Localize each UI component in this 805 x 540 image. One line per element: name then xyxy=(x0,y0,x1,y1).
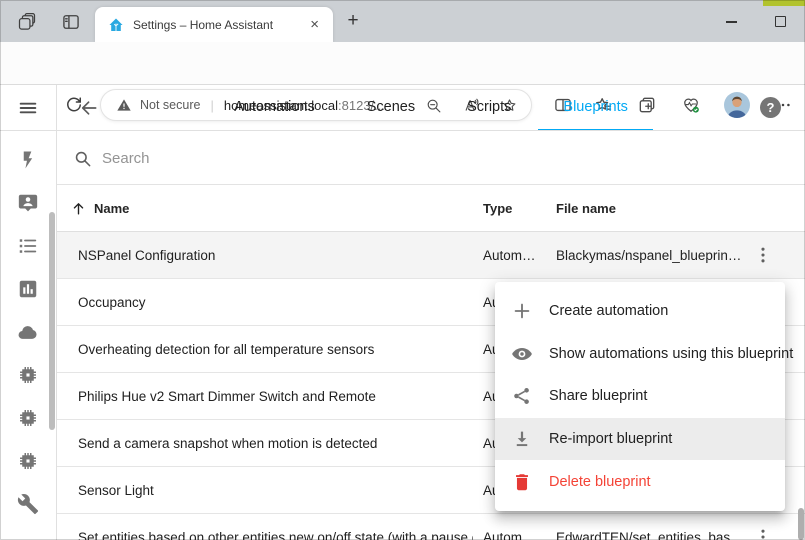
menu-item-create-automation[interactable]: Create automation xyxy=(495,290,785,333)
row-overflow-menu-icon[interactable] xyxy=(752,526,774,540)
tab-title: Settings – Home Assistant xyxy=(133,18,306,32)
row-type: Autom… xyxy=(483,514,536,540)
tab-automations[interactable]: Automations xyxy=(209,85,340,131)
tab-scenes[interactable]: Scenes xyxy=(342,85,440,131)
active-browser-tab[interactable]: Settings – Home Assistant × xyxy=(95,7,333,42)
window-minimize-icon[interactable] xyxy=(726,21,737,23)
sidebar-voice-assist-icon[interactable] xyxy=(17,192,39,214)
table-row[interactable]: Set entities based on other entities new… xyxy=(57,514,805,540)
share-icon xyxy=(511,385,533,407)
sidebar-integration-icon[interactable] xyxy=(17,364,39,386)
search-icon xyxy=(73,149,92,168)
browser-tab-strip: Settings – Home Assistant × + xyxy=(0,0,805,42)
sidebar-energy-icon[interactable] xyxy=(17,149,39,171)
row-name: Overheating detection for all temperatur… xyxy=(78,326,374,373)
menu-item-reimport-blueprint[interactable]: Re-import blueprint xyxy=(495,418,785,461)
row-file: Blackymas/nspanel_blueprin… xyxy=(556,232,741,279)
sidebar-developer-tools-icon[interactable] xyxy=(17,493,39,515)
tab-blueprints[interactable]: Blueprints xyxy=(538,85,652,131)
search-input[interactable] xyxy=(102,145,662,171)
ha-nav-tabs: Automations Scenes Scripts Blueprints xyxy=(57,85,805,131)
page-scrollbar[interactable] xyxy=(798,508,804,540)
blueprint-context-menu: Create automation Show automations using… xyxy=(495,282,785,511)
menu-item-share-blueprint[interactable]: Share blueprint xyxy=(495,375,785,418)
column-header-file[interactable]: File name xyxy=(556,185,616,232)
column-header-type[interactable]: Type xyxy=(483,185,512,232)
sidebar-cloud-icon[interactable] xyxy=(17,321,39,343)
row-overflow-menu-icon[interactable] xyxy=(752,244,774,266)
tab-actions-icon[interactable] xyxy=(61,12,81,32)
row-name: NSPanel Configuration xyxy=(78,232,215,279)
sidebar-menu-icon[interactable] xyxy=(17,97,39,119)
sidebar-scrollbar[interactable] xyxy=(49,212,55,430)
browser-window: Settings – Home Assistant × + Not secu xyxy=(0,0,805,540)
eye-icon xyxy=(511,343,533,365)
row-name: Occupancy xyxy=(78,279,146,326)
row-name: Send a camera snapshot when motion is de… xyxy=(78,420,377,467)
home-assistant-logo-icon xyxy=(108,17,124,33)
search-row xyxy=(57,131,805,185)
help-icon[interactable]: ? xyxy=(760,97,781,118)
menu-item-delete-blueprint[interactable]: Delete blueprint xyxy=(495,460,785,503)
download-icon xyxy=(511,428,533,450)
workspaces-icon[interactable] xyxy=(17,12,37,32)
row-type: Autom… xyxy=(483,232,536,279)
row-name: Sensor Light xyxy=(78,467,154,514)
ha-sidebar xyxy=(0,85,57,540)
new-tab-icon[interactable]: + xyxy=(341,9,365,33)
sidebar-history-icon[interactable] xyxy=(17,278,39,300)
column-header-name[interactable]: Name xyxy=(94,185,129,232)
table-header: Name Type File name xyxy=(57,185,805,232)
desktop-peek-strip xyxy=(763,0,805,6)
browser-toolbar: Not secure | homeassistant.local :8123/.… xyxy=(0,42,805,85)
row-name: Set entities based on other entities new… xyxy=(78,514,473,540)
table-row[interactable]: NSPanel Configuration Autom… Blackymas/n… xyxy=(57,232,805,279)
sidebar-todo-list-icon[interactable] xyxy=(17,235,39,257)
trash-icon xyxy=(511,471,533,493)
row-file: EdwardTEN/set_entities_bas… xyxy=(556,514,744,540)
sidebar-integration-icon[interactable] xyxy=(17,407,39,429)
tab-scripts[interactable]: Scripts xyxy=(442,85,536,131)
window-maximize-icon[interactable] xyxy=(775,16,786,27)
tab-close-icon[interactable]: × xyxy=(306,15,323,34)
sidebar-integration-icon[interactable] xyxy=(17,450,39,472)
menu-item-show-automations[interactable]: Show automations using this blueprint xyxy=(495,333,785,376)
plus-icon xyxy=(511,300,533,322)
row-name: Philips Hue v2 Smart Dimmer Switch and R… xyxy=(78,373,376,420)
sort-ascending-icon[interactable] xyxy=(71,201,86,216)
